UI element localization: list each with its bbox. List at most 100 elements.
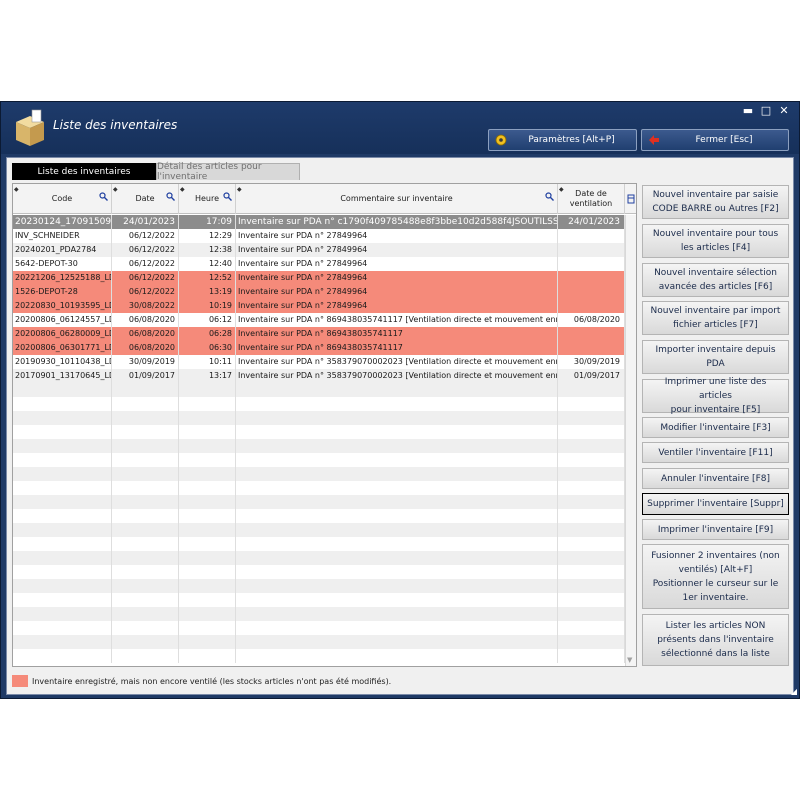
table-row[interactable]: 5642-DEPOT-30 06/12/2022 12:40 Inventaire s… (13, 257, 625, 271)
list-missing-articles-button[interactable]: Lister les articles NON présents dans l'… (642, 614, 789, 666)
cell-commentaire: Inventaire sur PDA n° 358379070002023 [V… (236, 355, 558, 369)
cell-code (13, 523, 112, 537)
close-button[interactable]: Fermer [Esc] (641, 129, 789, 151)
cell-ventilation (558, 411, 625, 425)
cell-ventilation (558, 229, 625, 243)
print-inventory-button[interactable]: Imprimer l'inventaire [F9] (642, 519, 789, 540)
empty-table-row (13, 565, 625, 579)
search-icon[interactable] (545, 192, 554, 201)
cell-ventilation (558, 299, 625, 313)
cell-ventilation (558, 383, 625, 397)
cell-date (112, 481, 179, 495)
cell-heure (179, 579, 236, 593)
delete-inventory-button[interactable]: Supprimer l'inventaire [Suppr] (642, 493, 789, 515)
search-icon[interactable] (166, 192, 175, 201)
cell-date (112, 607, 179, 621)
table-row[interactable]: 20220830_10193595_LDS 30/08/2022 10:19 Inve… (13, 299, 625, 313)
cell-code: 5642-DEPOT-30 (13, 257, 112, 271)
column-header-code[interactable]: ◆ Code (13, 184, 112, 214)
empty-table-row (13, 635, 625, 649)
cell-commentaire (236, 509, 558, 523)
cell-date (112, 635, 179, 649)
sort-icon[interactable]: ◆ (113, 185, 118, 195)
empty-table-row (13, 579, 625, 593)
cell-code (13, 383, 112, 397)
scroll-down-icon[interactable]: ▼ (627, 656, 632, 664)
table-row[interactable]: 20190930_10110438_LDS 30/09/2019 10:11 Inve… (13, 355, 625, 369)
cell-commentaire (236, 579, 558, 593)
parameters-button[interactable]: Paramètres [Alt+P] (488, 129, 637, 151)
cell-code (13, 593, 112, 607)
ventilate-inventory-button[interactable]: Ventiler l'inventaire [F11] (642, 442, 789, 463)
cell-heure (179, 635, 236, 649)
empty-table-row (13, 481, 625, 495)
cell-ventilation (558, 635, 625, 649)
cell-ventilation (558, 579, 625, 593)
empty-table-row (13, 397, 625, 411)
cell-date (112, 649, 179, 663)
maximize-button[interactable]: □ (759, 104, 773, 117)
table-row[interactable]: 20200806_06301771_LDS 06/08/2020 06:30 Inve… (13, 341, 625, 355)
cell-heure (179, 607, 236, 621)
sort-icon[interactable]: ◆ (14, 185, 19, 195)
sort-icon[interactable]: ◆ (237, 185, 242, 195)
table-row[interactable]: 20230124_17091509_ 24/01/2023 17:09 Inventa… (13, 215, 625, 229)
print-article-list-button[interactable]: Imprimer une liste des articles pour inv… (642, 377, 789, 415)
cell-ventilation (558, 285, 625, 299)
table-row[interactable]: 20170901_13170645_LDS 01/09/2017 13:17 Inve… (13, 369, 625, 383)
column-ventilation-label: Date de ventilation (569, 189, 613, 208)
cell-commentaire: Inventaire sur PDA n° 27849964 (236, 243, 558, 257)
search-icon[interactable] (223, 192, 232, 201)
table-row[interactable]: 1526-DEPOT-28 06/12/2022 13:19 Inventaire s… (13, 285, 625, 299)
minimize-button[interactable]: ▬ (741, 104, 755, 117)
cell-date (112, 579, 179, 593)
column-header-commentaire[interactable]: ◆ Commentaire sur inventaire (236, 184, 558, 214)
cell-heure (179, 495, 236, 509)
cell-code (13, 425, 112, 439)
cell-date: 30/08/2022 (112, 299, 179, 313)
table-row[interactable]: 20200806_06280009_LDS 06/08/2020 06:28 Inve… (13, 327, 625, 341)
cell-date: 06/12/2022 (112, 257, 179, 271)
cell-heure: 12:40 (179, 257, 236, 271)
vertical-scrollbar[interactable]: ▼ (625, 215, 636, 666)
new-inventory-all-articles-button[interactable]: Nouvel inventaire pour tous les articles… (642, 224, 789, 258)
column-commentaire-label: Commentaire sur inventaire (340, 194, 453, 203)
sort-icon[interactable]: ◆ (180, 185, 185, 195)
modify-inventory-button[interactable]: Modifier l'inventaire [F3] (642, 417, 789, 438)
empty-table-row (13, 509, 625, 523)
cell-heure: 10:11 (179, 355, 236, 369)
cancel-inventory-button[interactable]: Annuler l'inventaire [F8] (642, 468, 789, 489)
table-row[interactable]: INV_SCHNEIDER 06/12/2022 12:29 Inventaire s… (13, 229, 625, 243)
columns-config-icon[interactable] (627, 194, 635, 204)
merge-inventories-button[interactable]: Fusionner 2 inventaires (non ventilés) [… (642, 544, 789, 609)
import-pda-inventory-button[interactable]: Importer inventaire depuis PDA (642, 340, 789, 374)
column-header-heure[interactable]: ◆ Heure (179, 184, 236, 214)
cell-commentaire (236, 607, 558, 621)
cell-date (112, 495, 179, 509)
tab-inventory-details[interactable]: Détail des articles pour l'inventaire (156, 162, 300, 182)
new-inventory-import-file-button[interactable]: Nouvel inventaire par import fichier art… (642, 301, 789, 335)
close-window-button[interactable]: ✕ (777, 104, 791, 117)
tab-inventory-list[interactable]: Liste des inventaires (12, 163, 156, 180)
table-row[interactable]: 20240201_PDA2784 06/12/2022 12:38 Inventair… (13, 243, 625, 257)
cell-ventilation: 24/01/2023 (558, 215, 625, 229)
resize-grip-icon[interactable]: ◢ (791, 687, 797, 696)
inventory-table[interactable]: ◆ Code ◆ Date ◆ Heure ◆ Commentaire sur … (12, 183, 637, 667)
column-header-ventilation[interactable]: ◆ Date de ventilation (558, 184, 625, 214)
search-icon[interactable] (99, 192, 108, 201)
cell-code: 1526-DEPOT-28 (13, 285, 112, 299)
cell-ventilation: 06/08/2020 (558, 313, 625, 327)
column-header-date[interactable]: ◆ Date (112, 184, 179, 214)
new-inventory-advanced-selection-button[interactable]: Nouvel inventaire sélection avancée des … (642, 263, 789, 297)
cell-commentaire: Inventaire sur PDA n° c1790f409785488e8f… (238, 215, 558, 229)
cell-heure: 13:19 (179, 285, 236, 299)
legend-text: Inventaire enregistré, mais non encore v… (32, 676, 392, 686)
cell-code (13, 579, 112, 593)
column-config-cell[interactable] (625, 184, 636, 214)
new-inventory-barcode-button[interactable]: Nouvel inventaire par saisie CODE BARRE … (642, 185, 789, 219)
table-row[interactable]: 20221206_12525188_LDS 06/12/2022 12:52 Inve… (13, 271, 625, 285)
cell-date (112, 565, 179, 579)
column-heure-label: Heure (194, 194, 220, 203)
table-row[interactable]: 20200806_06124557_LDS 06/08/2020 06:12 Inve… (13, 313, 625, 327)
sort-icon[interactable]: ◆ (559, 185, 564, 195)
